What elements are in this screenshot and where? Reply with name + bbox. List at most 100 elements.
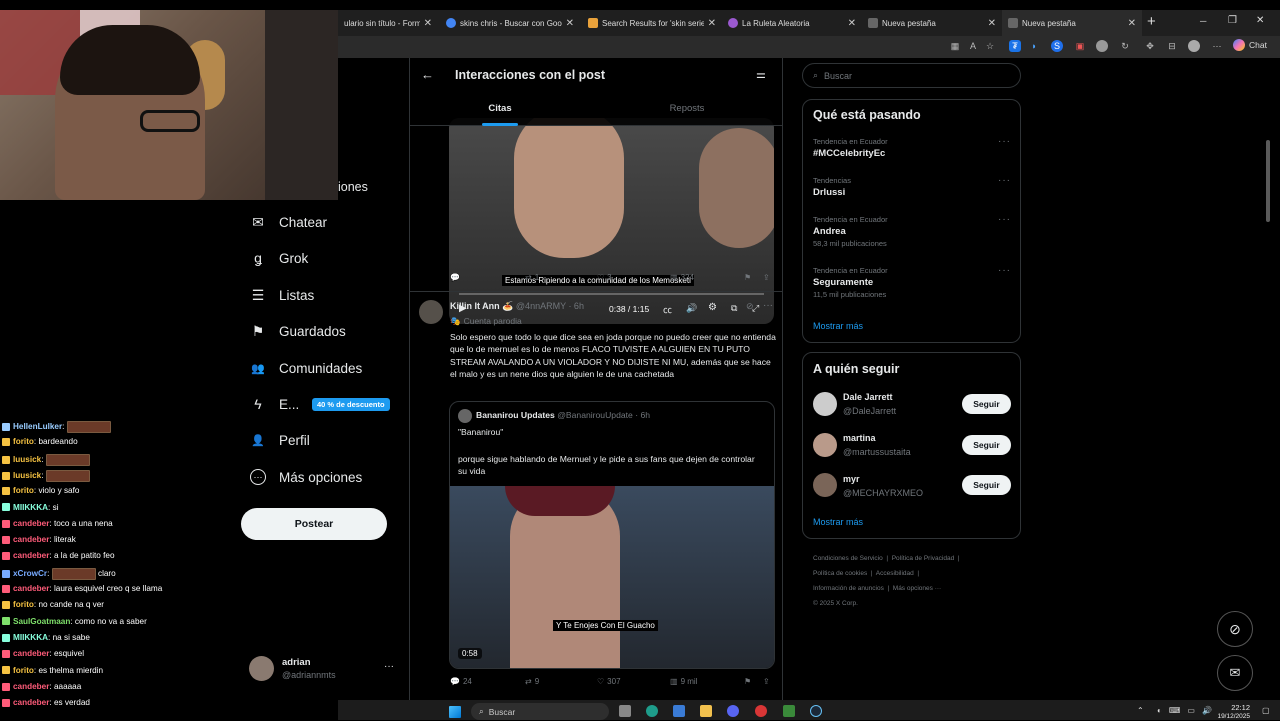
captions-icon[interactable]: ㏄ xyxy=(663,303,672,316)
reply-button[interactable]: 💬 24 xyxy=(450,677,472,686)
views-button[interactable]: ▥ 324 xyxy=(670,273,694,282)
trends-show-more-link[interactable]: Mostrar más xyxy=(813,321,863,331)
app-icon[interactable] xyxy=(783,705,795,717)
edge-icon[interactable] xyxy=(646,705,658,717)
store-icon[interactable] xyxy=(673,705,685,717)
extension-icon[interactable] xyxy=(1096,40,1108,52)
reply-button[interactable]: 💬 xyxy=(450,273,460,282)
chat-username[interactable]: forito xyxy=(13,437,34,446)
browser-tab-active[interactable]: Nueva pestaña ✕ xyxy=(1002,10,1142,36)
avatar[interactable] xyxy=(813,433,837,457)
extensions-puzzle-icon[interactable]: ✥ xyxy=(1144,40,1156,52)
browser-tab[interactable]: Search Results for 'skin serie' - ✕ xyxy=(582,10,722,36)
chat-username[interactable]: luusick xyxy=(13,471,41,480)
follow-name[interactable]: Dale Jarrett xyxy=(843,392,893,402)
video-progress-bar[interactable] xyxy=(459,293,764,295)
views-button[interactable]: ▥ 9 mil xyxy=(670,677,697,686)
nav-item-grok[interactable]: ǥ Grok xyxy=(250,250,308,266)
close-tab-icon[interactable]: ✕ xyxy=(708,18,716,29)
chat-username[interactable]: forito xyxy=(13,600,34,609)
nav-item-partial-label[interactable]: iones xyxy=(338,180,378,194)
like-button[interactable]: ♡ 307 xyxy=(597,677,621,686)
nav-item-premium[interactable]: ϟ E... xyxy=(250,396,299,412)
like-button[interactable]: ♡ 3 xyxy=(597,273,612,282)
steam-icon[interactable] xyxy=(810,705,822,717)
refresh-icon[interactable]: ↻ xyxy=(1119,40,1131,52)
avatar[interactable] xyxy=(813,473,837,497)
chat-username[interactable]: candeber xyxy=(13,698,49,707)
volume-icon[interactable]: 🔊 xyxy=(686,303,697,314)
tab-reposts[interactable]: Reposts xyxy=(590,96,782,126)
bookmark-button[interactable]: ⚑ xyxy=(744,677,751,686)
settings-sliders-icon[interactable]: ⚌ xyxy=(756,68,766,81)
chat-username[interactable]: candeber xyxy=(13,584,49,593)
close-tab-icon[interactable]: ✕ xyxy=(1128,18,1136,29)
pip-icon[interactable]: ⧉ xyxy=(731,303,737,314)
video-player[interactable]: Y Te Enojes Con El Guacho 0:58 xyxy=(450,486,774,668)
trend-more-icon[interactable]: ··· xyxy=(998,175,1011,186)
nav-item-lists[interactable]: ☰ Listas xyxy=(250,287,315,303)
follow-button[interactable]: Seguir xyxy=(962,475,1011,495)
author-handle[interactable]: @4nnARMY xyxy=(516,301,566,311)
browser-tab[interactable]: La Ruleta Aleatoria ✕ xyxy=(722,10,862,36)
trend-item[interactable]: Tendencia en Ecuador #MCCelebrityEc xyxy=(813,137,1013,173)
new-tab-button[interactable]: + xyxy=(1147,13,1156,30)
notifications-icon[interactable]: ▢ xyxy=(1262,706,1270,715)
avatar[interactable] xyxy=(419,300,443,324)
account-more-icon[interactable]: ··· xyxy=(384,661,394,672)
tab-quotes[interactable]: Citas xyxy=(410,96,590,126)
extension-icon[interactable]: ₮ xyxy=(1009,40,1021,52)
nav-item-chat[interactable]: ✉ Chatear xyxy=(250,214,327,230)
app-icon[interactable] xyxy=(755,705,767,717)
grok-float-button[interactable]: ⊘ xyxy=(1217,611,1253,647)
follow-name[interactable]: myr xyxy=(843,474,860,484)
taskbar-search[interactable]: ⌕ Buscar xyxy=(471,703,609,720)
trend-item[interactable]: Tendencias Drlussi xyxy=(813,176,1013,212)
clock[interactable]: 22:12 19/12/2025 xyxy=(1208,703,1250,721)
follow-button[interactable]: Seguir xyxy=(962,435,1011,455)
maximize-button[interactable]: ❐ xyxy=(1228,15,1237,26)
trend-more-icon[interactable]: ··· xyxy=(998,214,1011,225)
page-scrollbar[interactable] xyxy=(1266,140,1270,222)
avatar[interactable] xyxy=(813,392,837,416)
app-icon[interactable] xyxy=(727,705,739,717)
close-tab-icon[interactable]: ✕ xyxy=(848,18,856,29)
trend-more-icon[interactable]: ··· xyxy=(998,136,1011,147)
minimize-button[interactable]: ─ xyxy=(1200,16,1206,26)
repost-button[interactable]: ⇄ 1 xyxy=(525,273,539,282)
tray-chevron-icon[interactable]: ⌃ xyxy=(1137,706,1144,715)
chat-username[interactable]: HellenLulker xyxy=(13,422,62,431)
quoted-post[interactable]: Bananirou Updates @BananirouUpdate · 6h … xyxy=(449,401,775,669)
nav-item-bookmarks[interactable]: ⚑ Guardados xyxy=(250,323,346,339)
chat-username[interactable]: MIIKKKA xyxy=(13,633,48,642)
read-aloud-icon[interactable]: A xyxy=(967,40,979,52)
grok-icon[interactable]: ⊘ xyxy=(746,301,754,312)
task-view-icon[interactable] xyxy=(619,705,631,717)
chat-username[interactable]: xCrowCr xyxy=(13,569,47,578)
follow-button[interactable]: Seguir xyxy=(962,394,1011,414)
browser-tab[interactable]: Nueva pestaña ✕ xyxy=(862,10,1002,36)
chat-username[interactable]: MIIKKKA xyxy=(13,503,48,512)
back-icon[interactable]: ← xyxy=(421,67,434,82)
chat-username[interactable]: candeber xyxy=(13,519,49,528)
trend-item[interactable]: Tendencia en Ecuador Andrea 58,3 mil pub… xyxy=(813,215,1013,255)
video-settings-icon[interactable]: ⚙ xyxy=(708,302,717,313)
premium-discount-badge[interactable]: 40 % de descuento xyxy=(312,398,390,411)
browser-tab[interactable]: ulario sin título - Formulari✕ xyxy=(338,10,438,36)
bookmark-button[interactable]: ⚑ xyxy=(744,273,751,282)
chat-username[interactable]: candeber xyxy=(13,682,49,691)
chat-username[interactable]: forito xyxy=(13,666,34,675)
trend-item[interactable]: Tendencia en Ecuador Seguramente 11,5 mi… xyxy=(813,266,1013,306)
profile-avatar[interactable] xyxy=(1188,40,1200,52)
start-button[interactable] xyxy=(449,706,461,718)
chat-username[interactable]: forito xyxy=(13,486,34,495)
close-tab-icon[interactable]: ✕ xyxy=(424,18,432,29)
search-box[interactable]: ⌕ Buscar xyxy=(802,63,1021,88)
search-input[interactable]: Buscar xyxy=(824,71,852,81)
close-tab-icon[interactable]: ✕ xyxy=(566,18,574,29)
post-more-icon[interactable]: ··· xyxy=(763,300,773,311)
chat-username[interactable]: SaulGoatmaan xyxy=(13,617,70,626)
messages-float-button[interactable]: ✉ xyxy=(1217,655,1253,691)
favorite-star-icon[interactable]: ☆ xyxy=(984,40,996,52)
nav-item-communities[interactable]: 👥 Comunidades xyxy=(250,360,362,376)
